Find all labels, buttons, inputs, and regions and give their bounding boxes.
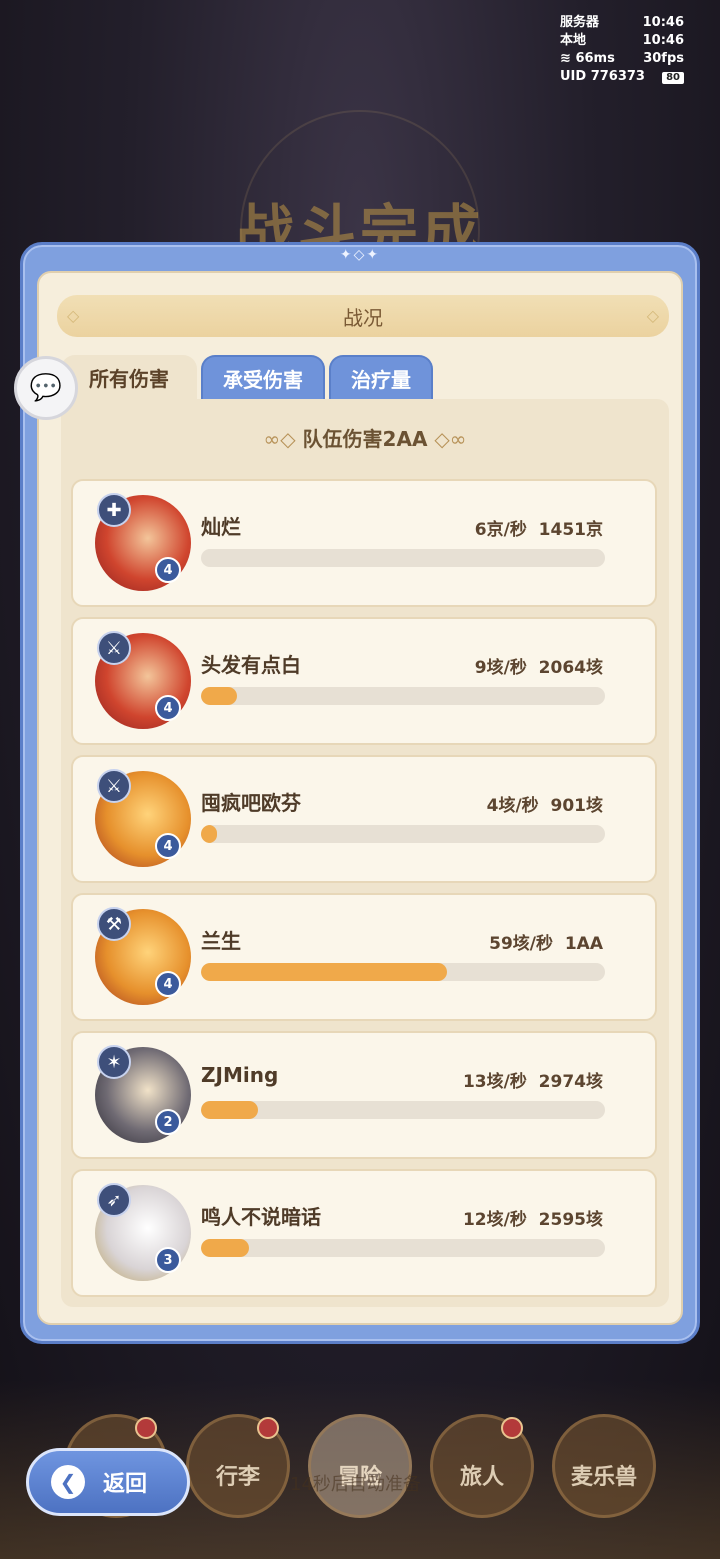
player-card: ⚒ 4 兰生 59垓/秒 1AA bbox=[71, 893, 657, 1021]
player-card: ➶ 3 鸣人不说暗话 12垓/秒 2595垓 bbox=[71, 1169, 657, 1297]
diamond-ornament-icon: ◇ bbox=[67, 306, 80, 325]
player-name: ZJMing bbox=[201, 1063, 279, 1087]
player-card: ⚔ 4 头发有点白 9垓/秒 2064垓 bbox=[71, 617, 657, 745]
damage-bar bbox=[201, 549, 605, 567]
status-hud: 服务器 10:46 本地 10:46 ≋ 66ms 30fps UID 776373 8… bbox=[560, 14, 684, 86]
axe-icon: ⚒ bbox=[97, 907, 131, 941]
panel-inner: ◇ 战况 ◇ 所有伤害 承受伤害 治疗量 ∞◇ 队伍伤害2AA ◇∞ ✚ 4 灿… bbox=[37, 271, 683, 1325]
team-damage-total: ∞◇ 队伍伤害2AA ◇∞ bbox=[263, 427, 467, 451]
player-name: 头发有点白 bbox=[201, 653, 301, 677]
ornament-right-icon: ◇∞ bbox=[434, 427, 467, 451]
tab-content: ∞◇ 队伍伤害2AA ◇∞ ✚ 4 灿烂 6京/秒 1451京 ⚔ 4 头发有点… bbox=[61, 399, 669, 1307]
panel-title: 战况 bbox=[343, 305, 383, 330]
shield-cross-icon: ✚ bbox=[97, 493, 131, 527]
damage-bar-fill bbox=[201, 825, 218, 843]
damage-bar bbox=[201, 1239, 605, 1257]
damage-bar-fill bbox=[201, 1101, 258, 1119]
tab-all-damage[interactable]: 所有伤害 bbox=[61, 355, 197, 399]
player-card: ✶ 2 ZJMing 13垓/秒 2974垓 bbox=[71, 1031, 657, 1159]
nav-travelers[interactable]: 旅人 bbox=[430, 1414, 534, 1518]
server-time: 10:46 bbox=[642, 15, 684, 30]
wifi-icon: ≋ bbox=[560, 51, 571, 66]
level-badge: 4 bbox=[155, 971, 181, 997]
damage-bar bbox=[201, 825, 605, 843]
diamond-ornament-icon: ◇ bbox=[646, 306, 659, 325]
back-button[interactable]: ❮ 返回 bbox=[26, 1448, 190, 1516]
sword-icon: ⚔ bbox=[97, 769, 131, 803]
player-damage-stats: 6京/秒 1451京 bbox=[474, 520, 603, 540]
battle-stats-panel: ✦◇✦ ◇ 战况 ◇ 所有伤害 承受伤害 治疗量 ∞◇ 队伍伤害2AA ◇∞ ✚… bbox=[20, 242, 700, 1344]
level-badge: 3 bbox=[155, 1247, 181, 1273]
local-label: 本地 bbox=[560, 33, 587, 48]
server-label: 服务器 bbox=[560, 15, 600, 30]
fps-readout: 30fps bbox=[643, 51, 684, 66]
local-time: 10:46 bbox=[642, 33, 684, 48]
notification-dot bbox=[135, 1417, 157, 1439]
player-name: 囤疯吧欧芬 bbox=[201, 791, 301, 815]
ornament-left-icon: ∞◇ bbox=[263, 427, 296, 451]
damage-bar bbox=[201, 963, 605, 981]
tab-healing[interactable]: 治疗量 bbox=[329, 355, 433, 399]
star-icon: ✶ bbox=[97, 1045, 131, 1079]
damage-bar-fill bbox=[201, 687, 238, 705]
bow-icon: ➶ bbox=[97, 1183, 131, 1217]
player-name: 鸣人不说暗话 bbox=[201, 1205, 321, 1229]
stat-tabs: 所有伤害 承受伤害 治疗量 bbox=[61, 355, 437, 399]
player-name: 兰生 bbox=[201, 929, 241, 953]
nav-adventure[interactable]: 冒险 bbox=[308, 1414, 412, 1518]
panel-ornament-icon: ✦◇✦ bbox=[339, 247, 381, 263]
player-damage-stats: 4垓/秒 901垓 bbox=[486, 796, 603, 816]
back-label: 返回 bbox=[103, 1472, 148, 1497]
player-damage-stats: 13垓/秒 2974垓 bbox=[462, 1072, 603, 1092]
notification-dot bbox=[501, 1417, 523, 1439]
chat-button[interactable]: 💬 bbox=[14, 356, 78, 420]
level-badge: 2 bbox=[155, 1109, 181, 1135]
tab-damage-taken[interactable]: 承受伤害 bbox=[201, 355, 325, 399]
damage-bar-fill bbox=[201, 1239, 250, 1257]
level-badge: 4 bbox=[155, 557, 181, 583]
player-card: ✚ 4 灿烂 6京/秒 1451京 bbox=[71, 479, 657, 607]
panel-header: ◇ 战况 ◇ bbox=[57, 295, 669, 337]
level-badge: 4 bbox=[155, 695, 181, 721]
back-arrow-icon: ❮ bbox=[51, 1465, 85, 1499]
damage-bar bbox=[201, 1101, 605, 1119]
battery-indicator: 80 bbox=[662, 72, 684, 84]
notification-dot bbox=[257, 1417, 279, 1439]
player-damage-stats: 59垓/秒 1AA bbox=[489, 934, 603, 954]
sword-icon: ⚔ bbox=[97, 631, 131, 665]
player-card: ⚔ 4 囤疯吧欧芬 4垓/秒 901垓 bbox=[71, 755, 657, 883]
ping-readout: ≋ 66ms bbox=[560, 51, 615, 66]
player-name: 灿烂 bbox=[201, 515, 241, 539]
nav-pets[interactable]: 麦乐兽 bbox=[552, 1414, 656, 1518]
player-damage-stats: 12垓/秒 2595垓 bbox=[462, 1210, 603, 1230]
player-damage-stats: 9垓/秒 2064垓 bbox=[474, 658, 603, 678]
damage-bar bbox=[201, 687, 605, 705]
damage-bar-fill bbox=[201, 963, 448, 981]
chat-bubble-icon: 💬 bbox=[29, 373, 63, 403]
nav-inventory[interactable]: 行李 bbox=[186, 1414, 290, 1518]
level-badge: 4 bbox=[155, 833, 181, 859]
uid-label: UID 776373 bbox=[560, 69, 645, 84]
auto-prepare-countdown: 14秒后自动准备 bbox=[290, 1474, 421, 1495]
